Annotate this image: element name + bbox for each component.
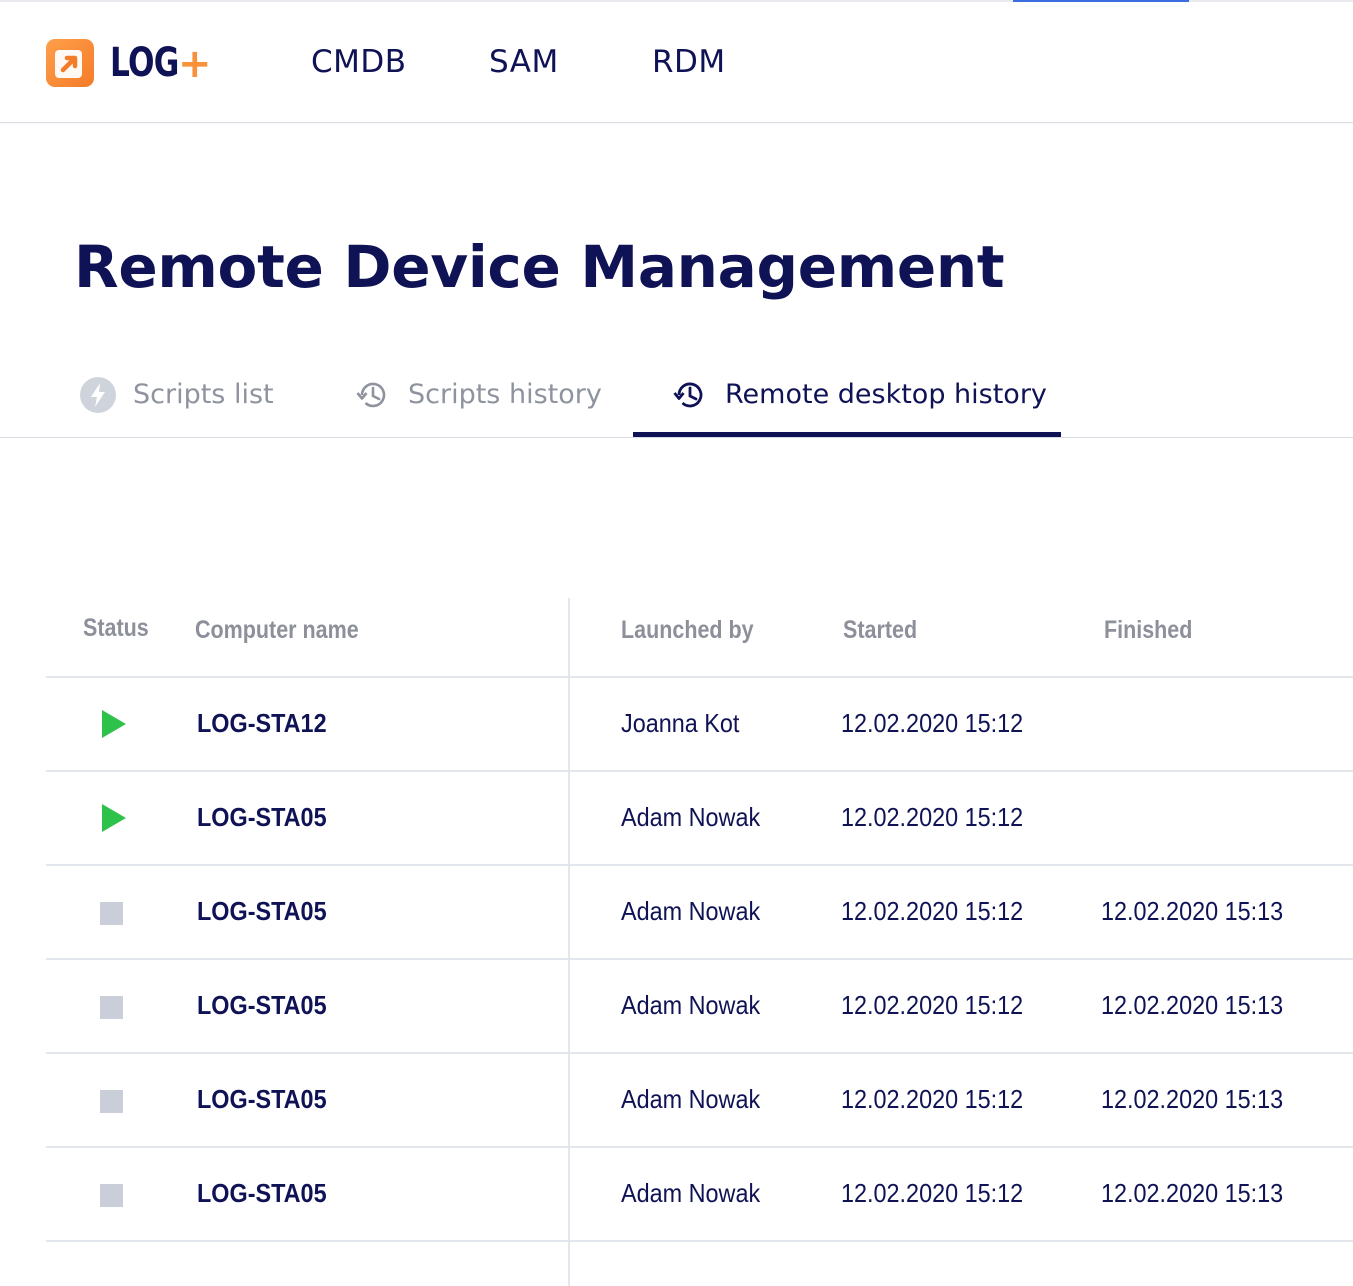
column-header-finished[interactable]: Finished — [1104, 616, 1192, 645]
launched-by: Adam Nowak — [621, 802, 761, 832]
status-stopped — [96, 892, 136, 932]
column-header-started[interactable]: Started — [843, 616, 917, 645]
finished-time: 12.02.2020 15:13 — [1101, 896, 1284, 926]
lightning-icon — [79, 376, 117, 414]
launched-by: Adam Nowak — [621, 1178, 761, 1208]
stop-icon — [100, 902, 123, 925]
started-time: 12.02.2020 15:12 — [841, 708, 1024, 738]
table-row[interactable]: LOG-STA12 Joanna Kot 12.02.2020 15:12 — [46, 678, 1353, 772]
play-icon — [102, 804, 126, 832]
launched-by: Adam Nowak — [621, 990, 761, 1020]
finished-time: 12.02.2020 15:13 — [1101, 990, 1284, 1020]
logo-arrow-icon — [46, 39, 94, 87]
logo[interactable]: LOG + — [46, 38, 212, 88]
finished-time: 12.02.2020 15:13 — [1101, 1178, 1284, 1208]
column-header-computer-name[interactable]: Computer name — [195, 616, 359, 645]
status-stopped — [96, 1174, 136, 1214]
remote-desktop-history-table: Status Computer name Launched by Started… — [46, 598, 1353, 1242]
tab-scripts-history[interactable]: Scripts history — [354, 352, 602, 437]
history-icon — [354, 376, 392, 414]
table-header: Status Computer name Launched by Started… — [46, 598, 1353, 678]
started-time: 12.02.2020 15:12 — [841, 896, 1024, 926]
history-icon — [671, 376, 709, 414]
table-row[interactable]: LOG-STA05 Adam Nowak 12.02.2020 15:12 12… — [46, 1148, 1353, 1242]
tab-bar: Scripts list Scripts history Remote desk… — [0, 352, 1353, 438]
stop-icon — [100, 996, 123, 1019]
computer-name[interactable]: LOG-STA05 — [197, 896, 327, 927]
started-time: 12.02.2020 15:12 — [841, 802, 1024, 832]
computer-name[interactable]: LOG-STA05 — [197, 1084, 327, 1115]
tab-label: Scripts list — [133, 379, 274, 410]
play-icon — [102, 710, 126, 738]
finished-time: 12.02.2020 15:13 — [1101, 1084, 1284, 1114]
logo-text: LOG — [110, 40, 179, 86]
nav-item-cmdb[interactable]: CMDB — [311, 44, 407, 80]
computer-name[interactable]: LOG-STA12 — [197, 708, 327, 739]
top-navigation-bar: LOG + CMDB SAM RDM — [0, 2, 1353, 123]
table-row[interactable]: LOG-STA05 Adam Nowak 12.02.2020 15:12 12… — [46, 1054, 1353, 1148]
computer-name[interactable]: LOG-STA05 — [197, 990, 327, 1021]
column-header-launched-by[interactable]: Launched by — [621, 616, 754, 645]
status-stopped — [96, 986, 136, 1026]
table-row[interactable]: LOG-STA05 Adam Nowak 12.02.2020 15:12 — [46, 772, 1353, 866]
launched-by: Adam Nowak — [621, 896, 761, 926]
tab-scripts-list[interactable]: Scripts list — [79, 352, 274, 437]
logo-plus: + — [178, 41, 212, 87]
tab-label: Remote desktop history — [725, 379, 1047, 410]
stop-icon — [100, 1090, 123, 1113]
computer-name[interactable]: LOG-STA05 — [197, 1178, 327, 1209]
table-row[interactable]: LOG-STA05 Adam Nowak 12.02.2020 15:12 12… — [46, 866, 1353, 960]
active-tab-indicator — [633, 432, 1061, 437]
started-time: 12.02.2020 15:12 — [841, 990, 1024, 1020]
stop-icon — [100, 1184, 123, 1207]
page-title: Remote Device Management — [74, 232, 1005, 301]
tab-label: Scripts history — [408, 379, 602, 410]
status-stopped — [96, 1080, 136, 1120]
computer-name[interactable]: LOG-STA05 — [197, 802, 327, 833]
status-running — [96, 798, 136, 838]
launched-by: Adam Nowak — [621, 1084, 761, 1114]
status-running — [96, 704, 136, 744]
tab-remote-desktop-history[interactable]: Remote desktop history — [671, 352, 1047, 437]
started-time: 12.02.2020 15:12 — [841, 1178, 1024, 1208]
started-time: 12.02.2020 15:12 — [841, 1084, 1024, 1114]
table-row[interactable]: LOG-STA05 Adam Nowak 12.02.2020 15:12 12… — [46, 960, 1353, 1054]
column-header-status[interactable]: Status — [83, 614, 149, 643]
launched-by: Joanna Kot — [621, 708, 740, 738]
nav-item-rdm[interactable]: RDM — [652, 44, 726, 80]
nav-item-sam[interactable]: SAM — [489, 44, 559, 80]
